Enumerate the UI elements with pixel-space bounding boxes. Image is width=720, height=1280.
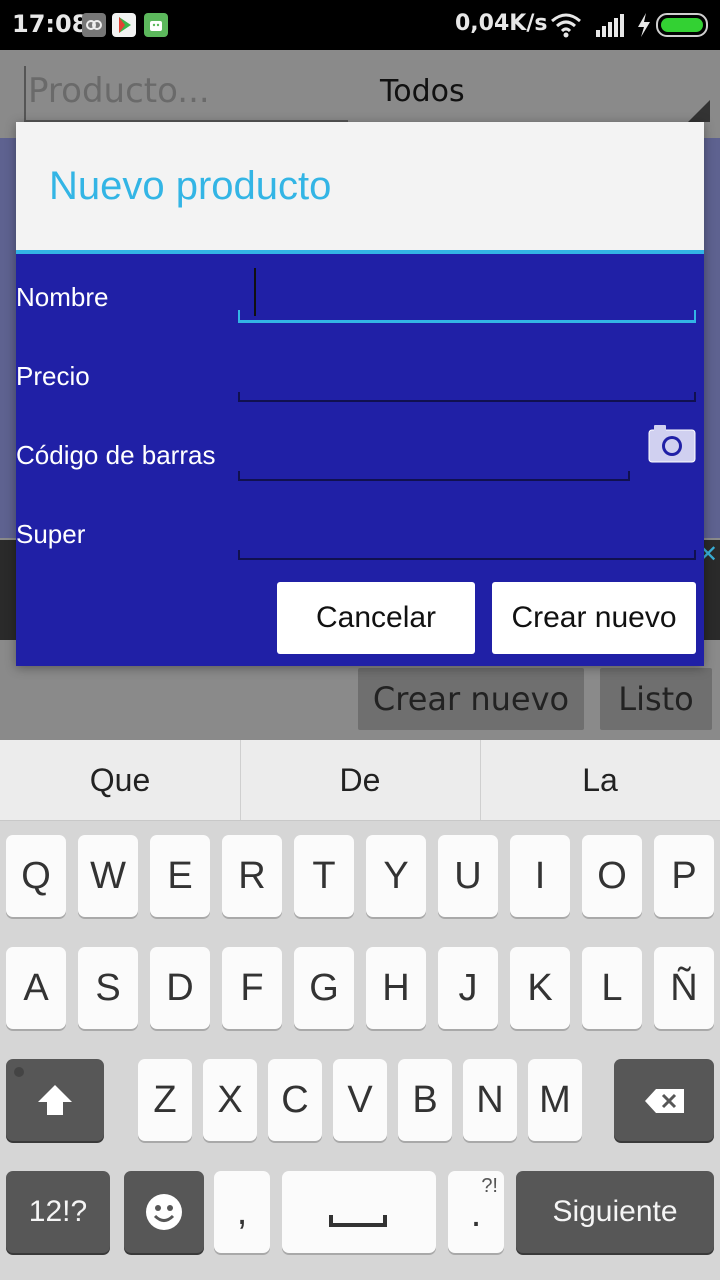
key-t[interactable]: T [294, 835, 354, 917]
charging-icon [638, 13, 650, 37]
space-bar-icon [329, 1215, 387, 1227]
create-new-confirm-button[interactable]: Crear nuevo [492, 582, 696, 654]
cancel-button[interactable]: Cancelar [277, 582, 475, 654]
spinner-arrow-icon [688, 100, 710, 122]
key-o[interactable]: O [582, 835, 642, 917]
key-r[interactable]: R [222, 835, 282, 917]
emoji-key[interactable] [124, 1171, 204, 1253]
dialog-title: Nuevo producto [49, 164, 332, 208]
key-i[interactable]: I [510, 835, 570, 917]
text-cursor [254, 268, 256, 316]
key-p[interactable]: P [654, 835, 714, 917]
key-h[interactable]: H [366, 947, 426, 1029]
camera-icon[interactable] [648, 422, 696, 464]
name-label: Nombre [16, 282, 109, 312]
key-e[interactable]: E [150, 835, 210, 917]
store-label: Super [16, 519, 86, 549]
shift-key[interactable] [6, 1059, 104, 1141]
product-search-input[interactable]: Producto... [24, 66, 348, 122]
suggestion-1[interactable]: Que [0, 740, 240, 820]
key-x[interactable]: X [203, 1059, 257, 1141]
key-m[interactable]: M [528, 1059, 582, 1141]
key-l[interactable]: L [582, 947, 642, 1029]
clock: 17:08 [12, 10, 89, 38]
barcode-field[interactable] [238, 471, 630, 481]
done-button[interactable]: Listo [600, 668, 712, 730]
key-j[interactable]: J [438, 947, 498, 1029]
next-action-key[interactable]: Siguiente [516, 1171, 714, 1253]
key-w[interactable]: W [78, 835, 138, 917]
key-y[interactable]: Y [366, 835, 426, 917]
key-u[interactable]: U [438, 835, 498, 917]
key-a[interactable]: A [6, 947, 66, 1029]
comma-key[interactable]: , [214, 1171, 270, 1253]
symbols-key[interactable]: 12!? [6, 1171, 110, 1253]
smiley-icon [146, 1194, 182, 1230]
key-s[interactable]: S [78, 947, 138, 1029]
filter-spinner[interactable]: Todos [380, 74, 465, 109]
space-key[interactable] [282, 1171, 436, 1253]
period-label: . [470, 1193, 482, 1235]
signal-icon [596, 14, 624, 37]
wifi-icon [551, 13, 581, 38]
backspace-key[interactable] [614, 1059, 714, 1141]
play-store-icon [112, 13, 136, 37]
barcode-label: Código de barras [16, 440, 216, 470]
create-new-button[interactable]: Crear nuevo [358, 668, 584, 730]
android-debug-icon [144, 13, 168, 37]
key-n[interactable]: N [463, 1059, 517, 1141]
network-speed: 0,04K/s [455, 11, 548, 36]
key-v[interactable]: V [333, 1059, 387, 1141]
price-label: Precio [16, 361, 90, 391]
key-d[interactable]: D [150, 947, 210, 1029]
key-enye[interactable]: Ñ [654, 947, 714, 1029]
key-g[interactable]: G [294, 947, 354, 1029]
key-q[interactable]: Q [6, 835, 66, 917]
key-k[interactable]: K [510, 947, 570, 1029]
new-product-dialog: Nuevo producto Nombre Precio Código de b… [16, 122, 704, 666]
caps-lock-indicator [14, 1067, 24, 1077]
app-notification-icon [82, 13, 106, 37]
backspace-icon [645, 1089, 684, 1113]
soft-keyboard: Que De La Q W E R T Y U I O P A S D F G … [0, 740, 720, 1280]
suggestion-3[interactable]: La [480, 740, 720, 820]
key-c[interactable]: C [268, 1059, 322, 1141]
name-field[interactable] [238, 310, 696, 323]
price-field[interactable] [238, 392, 696, 402]
battery-icon [656, 13, 708, 37]
period-key[interactable]: ?! . [448, 1171, 504, 1253]
key-f[interactable]: F [222, 947, 282, 1029]
shift-arrow-icon [38, 1085, 72, 1115]
store-field[interactable] [238, 550, 696, 560]
dialog-divider [16, 250, 704, 254]
status-bar: 17:08 0,04K/s [0, 0, 720, 50]
suggestion-2[interactable]: De [240, 740, 480, 820]
key-b[interactable]: B [398, 1059, 452, 1141]
key-z[interactable]: Z [138, 1059, 192, 1141]
